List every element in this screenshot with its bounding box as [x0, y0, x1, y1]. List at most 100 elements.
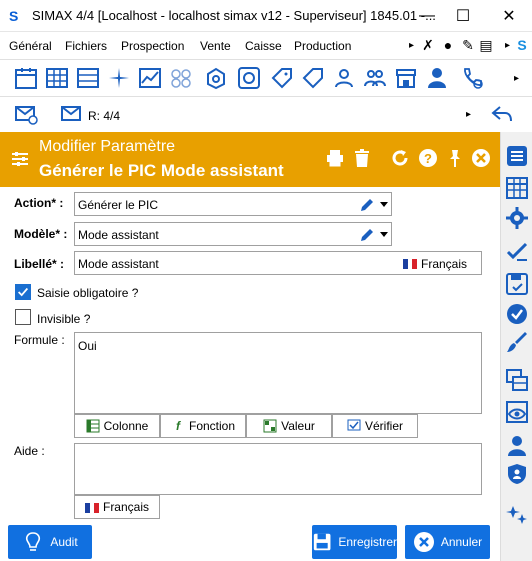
trash-icon[interactable]: [352, 148, 372, 168]
verifier-label: Vérifier: [364, 419, 403, 433]
email-add-icon[interactable]: [14, 102, 38, 126]
aide-language-button[interactable]: Français: [74, 495, 160, 519]
toolbar-more-icon[interactable]: ▸: [514, 73, 519, 84]
right-sidebar: [500, 132, 532, 561]
brush-icon[interactable]: [505, 330, 529, 354]
action-select[interactable]: Générer le PIC: [74, 192, 392, 216]
menu-caisse[interactable]: Caisse: [245, 39, 282, 53]
grid-icon[interactable]: [45, 66, 69, 90]
store-icon[interactable]: [394, 66, 418, 90]
plug-icon[interactable]: ●: [440, 37, 456, 53]
price-tag-icon[interactable]: [301, 66, 325, 90]
function-icon: f: [175, 419, 180, 433]
email-star-icon[interactable]: [60, 102, 84, 126]
verifier-button[interactable]: Vérifier: [332, 414, 418, 438]
header-subtitle: Modifier Paramètre: [39, 138, 176, 155]
simax-icon[interactable]: S: [514, 37, 530, 53]
wrench-icon[interactable]: ✎: [460, 37, 476, 53]
france-flag-icon: [403, 258, 417, 269]
fonction-label: Fonction: [188, 419, 236, 433]
libelle-language-button[interactable]: Français: [403, 257, 467, 271]
saisie-obligatoire-label: Saisie obligatoire ?: [37, 286, 139, 300]
aide-label: Aide :: [14, 444, 45, 458]
spark-icon[interactable]: [107, 66, 131, 90]
app-logo: S: [9, 8, 19, 24]
faces-icon[interactable]: [169, 66, 193, 90]
phone-settings-icon[interactable]: [460, 66, 484, 90]
model-select[interactable]: Mode assistant: [74, 222, 392, 246]
gear-sidebar-icon[interactable]: [505, 206, 529, 230]
toolbar2-more-icon[interactable]: ▸: [466, 109, 471, 120]
pin-icon[interactable]: [445, 148, 465, 168]
chevron-down-icon[interactable]: [380, 232, 388, 237]
value-table-icon: [263, 419, 277, 433]
edit-pencil-icon[interactable]: [359, 227, 375, 243]
colonne-button[interactable]: Colonne: [74, 414, 160, 438]
security-shield-icon[interactable]: [505, 462, 529, 486]
menu-bar: Général Fichiers Prospection Vente Caiss…: [0, 32, 532, 59]
menu-vente[interactable]: Vente: [200, 39, 231, 53]
cancel-label: Annuler: [440, 535, 483, 549]
calendar-icon[interactable]: [14, 66, 38, 90]
menu-more-icon[interactable]: ▸: [409, 40, 414, 51]
main-toolbar: ▸: [0, 59, 532, 96]
cancel-button[interactable]: Annuler: [405, 525, 490, 559]
fonction-button[interactable]: f Fonction: [160, 414, 246, 438]
save-button[interactable]: Enregistrer: [312, 525, 397, 559]
settings-sliders-icon: [10, 149, 30, 169]
menu-fichiers[interactable]: Fichiers: [65, 39, 107, 53]
close-window-button[interactable]: ✕: [488, 0, 530, 32]
check-list-icon[interactable]: [505, 240, 529, 264]
person-icon[interactable]: [505, 434, 529, 458]
help-icon[interactable]: ?: [418, 148, 438, 168]
table-view-icon[interactable]: [505, 176, 529, 200]
window-title: SIMAX 4/4 [Localhost - localhost simax v…: [32, 8, 436, 23]
tools-more-icon[interactable]: ▸: [505, 40, 510, 51]
valeur-button[interactable]: Valeur: [246, 414, 332, 438]
save-disk-icon: [313, 533, 331, 551]
gear-icon[interactable]: [237, 66, 261, 90]
libelle-label: Libellé* :: [14, 257, 65, 271]
barcode-icon[interactable]: ▤: [478, 37, 494, 53]
box-gear-icon[interactable]: [204, 66, 228, 90]
shield-check-icon[interactable]: [505, 302, 529, 326]
verify-flag-icon: [347, 419, 361, 431]
menu-general[interactable]: Général: [9, 39, 52, 53]
tag-icon[interactable]: [270, 66, 294, 90]
user-icon[interactable]: [425, 66, 449, 90]
tools-icon[interactable]: ✗: [420, 37, 436, 53]
group-icon[interactable]: [363, 66, 387, 90]
libelle-language-label: Français: [421, 257, 468, 271]
back-icon[interactable]: [490, 102, 514, 126]
libelle-value: Mode assistant: [78, 257, 159, 271]
layers-table-icon[interactable]: [505, 368, 529, 392]
invisible-checkbox[interactable]: [15, 309, 31, 325]
close-form-icon[interactable]: [471, 148, 491, 168]
secondary-toolbar: R: 4/4 ▸: [0, 96, 532, 132]
action-value: Générer le PIC: [78, 198, 159, 212]
list-icon[interactable]: [76, 66, 100, 90]
edit-pencil-icon[interactable]: [359, 197, 375, 213]
svg-text:?: ?: [424, 151, 432, 166]
save-check-icon[interactable]: [505, 272, 529, 296]
libelle-input[interactable]: Mode assistant Français: [74, 251, 482, 275]
saisie-obligatoire-checkbox[interactable]: [15, 284, 31, 300]
eye-view-icon[interactable]: [505, 400, 529, 424]
sparkle-icon[interactable]: [505, 504, 529, 528]
chevron-down-icon[interactable]: [380, 202, 388, 207]
contacts-icon[interactable]: [332, 66, 356, 90]
formule-textarea[interactable]: Oui: [74, 332, 482, 414]
aide-textarea[interactable]: [74, 443, 482, 495]
menu-prospection[interactable]: Prospection: [121, 39, 184, 53]
aide-language-label: Français: [102, 500, 149, 514]
print-icon[interactable]: [325, 148, 345, 168]
save-label: Enregistrer: [338, 535, 397, 549]
maximize-button[interactable]: ☐: [442, 0, 484, 32]
menu-production[interactable]: Production: [294, 39, 351, 53]
chart-icon[interactable]: [138, 66, 162, 90]
form-view-icon[interactable]: [505, 144, 529, 168]
lightbulb-icon: [26, 532, 41, 551]
audit-button[interactable]: Audit: [8, 525, 92, 559]
columns-icon: [86, 419, 100, 433]
refresh-icon[interactable]: [390, 148, 410, 168]
